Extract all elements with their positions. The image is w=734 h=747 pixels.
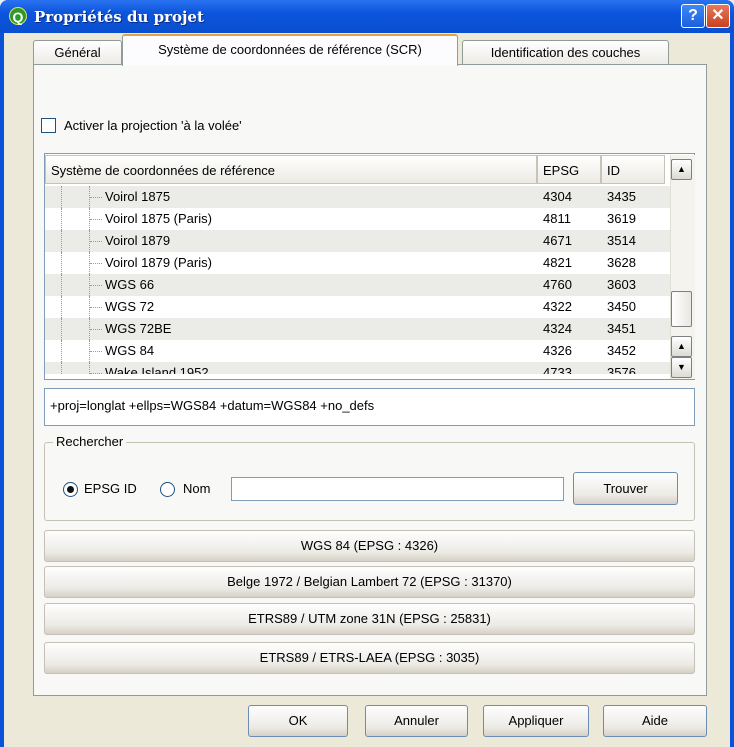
table-row[interactable]: Voirol 1879 4671 3514 [45, 230, 670, 252]
tree-guide-line [61, 362, 63, 374]
tree-guide-line [61, 208, 63, 230]
scroll-down-icon[interactable]: ▼ [671, 357, 692, 378]
crs-name: Voirol 1879 [105, 233, 171, 248]
tree-guide-line [61, 296, 63, 318]
tree-guide-line [61, 318, 63, 340]
tree-branch-tick [90, 373, 102, 374]
crs-id: 3576 [607, 365, 636, 374]
recent-crs-button[interactable]: Belge 1972 / Belgian Lambert 72 (EPSG : … [44, 566, 695, 598]
crs-id: 3435 [607, 189, 636, 204]
tab-layer-identification[interactable]: Identification des couches [462, 40, 669, 64]
crs-epsg: 4326 [543, 343, 572, 358]
window-title: Propriétés du projet [34, 8, 204, 26]
radio-name[interactable] [160, 482, 175, 497]
crs-id: 3603 [607, 277, 636, 292]
tab-general[interactable]: Général [33, 40, 122, 64]
crs-epsg: 4811 [543, 211, 571, 226]
table-row[interactable]: Voirol 1875 (Paris) 4811 3619 [45, 208, 670, 230]
radio-selected-dot [67, 486, 74, 493]
recent-crs-button[interactable]: ETRS89 / ETRS-LAEA (EPSG : 3035) [44, 642, 695, 674]
crs-name: Voirol 1879 (Paris) [105, 255, 212, 270]
recent-crs-button[interactable]: WGS 84 (EPSG : 4326) [44, 530, 695, 562]
crs-id: 3628 [607, 255, 636, 270]
radio-epsg-id-label: EPSG ID [84, 481, 137, 496]
search-input[interactable] [231, 477, 564, 501]
tree-branch-tick [90, 241, 102, 242]
crs-id: 3514 [607, 233, 636, 248]
crs-name: Voirol 1875 (Paris) [105, 211, 212, 226]
table-row[interactable]: WGS 72 4322 3450 [45, 296, 670, 318]
crs-name: WGS 66 [105, 277, 155, 292]
table-row[interactable]: Voirol 1875 4304 3435 [45, 186, 670, 208]
crs-id: 3450 [607, 299, 636, 314]
radio-name-label: Nom [183, 481, 211, 496]
search-group-title: Rechercher [53, 434, 127, 449]
crs-epsg: 4324 [543, 321, 572, 336]
on-the-fly-projection-label: Activer la projection 'à la volée' [64, 118, 242, 133]
cancel-button[interactable]: Annuler [365, 705, 468, 737]
tree-guide-line [61, 274, 63, 296]
on-the-fly-projection-checkbox[interactable] [41, 118, 56, 133]
title-bar[interactable]: Q Propriétés du projet ? ✕ [0, 0, 734, 33]
table-row[interactable]: Voirol 1879 (Paris) 4821 3628 [45, 252, 670, 274]
crs-name: Voirol 1875 [105, 189, 171, 204]
crs-epsg: 4760 [543, 277, 572, 292]
crs-id: 3451 [607, 321, 636, 336]
tree-branch-tick [90, 219, 102, 220]
tree-guide-line [61, 186, 63, 208]
crs-id: 3619 [607, 211, 636, 226]
scroll-thumb[interactable] [671, 291, 692, 327]
crs-epsg: 4733 [543, 365, 572, 374]
crs-epsg: 4322 [543, 299, 572, 314]
apply-button[interactable]: Appliquer [483, 705, 589, 737]
table-row[interactable]: WGS 72BE 4324 3451 [45, 318, 670, 340]
tree-branch-tick [90, 307, 102, 308]
qgis-app-icon: Q [9, 7, 27, 25]
find-button[interactable]: Trouver [573, 472, 678, 505]
proj4-string-field[interactable]: +proj=longlat +ellps=WGS84 +datum=WGS84 … [44, 388, 695, 426]
column-header-epsg[interactable]: EPSG [537, 155, 601, 184]
scroll-up-icon-lower[interactable]: ▲ [671, 336, 692, 357]
help-title-button[interactable]: ? [681, 4, 705, 28]
tree-branch-tick [90, 285, 102, 286]
crs-name: WGS 72 [105, 299, 155, 314]
scroll-up-icon[interactable]: ▲ [671, 159, 692, 180]
ok-button[interactable]: OK [248, 705, 348, 737]
table-row[interactable]: Wake Island 1952 4733 3576 [45, 362, 670, 374]
crs-epsg: 4304 [543, 189, 572, 204]
crs-id: 3452 [607, 343, 636, 358]
table-row[interactable]: WGS 84 4326 3452 [45, 340, 670, 362]
column-header-id[interactable]: ID [601, 155, 665, 184]
crs-epsg: 4821 [543, 255, 572, 270]
table-row[interactable]: WGS 66 4760 3603 [45, 274, 670, 296]
tree-guide-line [61, 340, 63, 362]
tree-branch-tick [90, 329, 102, 330]
column-header-crs[interactable]: Système de coordonnées de référence [45, 155, 537, 184]
crs-name: WGS 84 [105, 343, 155, 358]
help-button[interactable]: Aide [603, 705, 707, 737]
recent-crs-button[interactable]: ETRS89 / UTM zone 31N (EPSG : 25831) [44, 603, 695, 635]
close-icon[interactable]: ✕ [706, 4, 730, 28]
tab-scr[interactable]: Système de coordonnées de référence (SCR… [122, 34, 458, 66]
tree-branch-tick [90, 351, 102, 352]
tree-branch-tick [90, 263, 102, 264]
tree-guide-line [61, 252, 63, 274]
crs-name: Wake Island 1952 [105, 365, 209, 374]
crs-epsg: 4671 [543, 233, 572, 248]
crs-name: WGS 72BE [105, 321, 172, 336]
tree-branch-tick [90, 197, 102, 198]
tree-guide-line [61, 230, 63, 252]
radio-epsg-id[interactable] [63, 482, 78, 497]
